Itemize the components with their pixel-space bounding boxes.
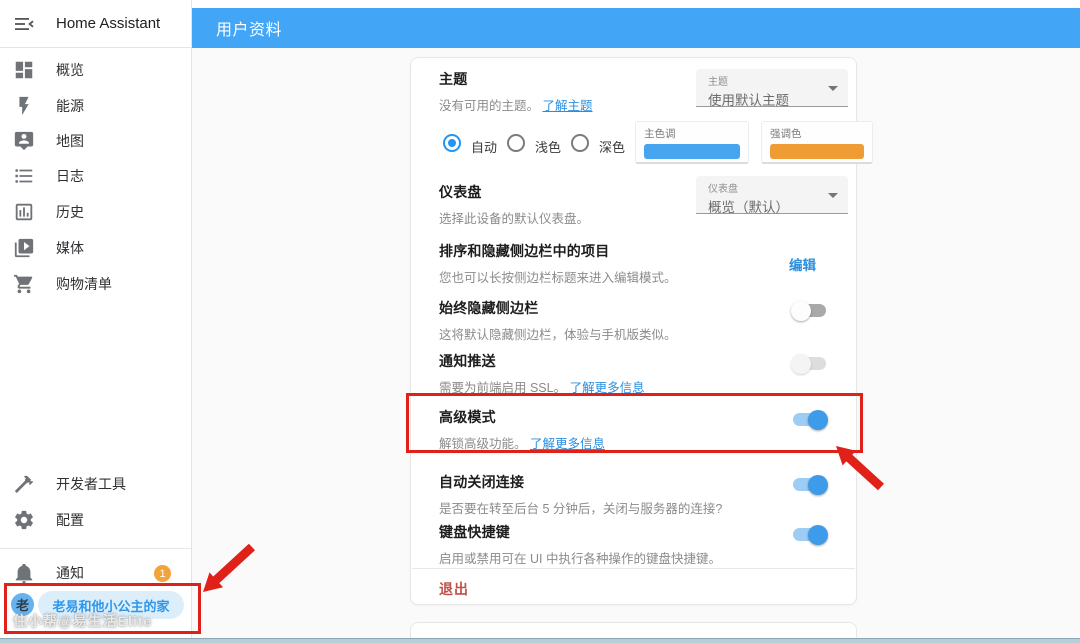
push-notifications-row: 通知推送 需要为前端启用 SSL。 了解更多信息 (439, 351, 840, 396)
sidebar-item-logbook[interactable]: 日志 (0, 158, 191, 194)
lightning-bolt-icon (13, 95, 35, 117)
push-title: 通知推送 (439, 353, 496, 369)
radio-auto-label: 自动 (471, 140, 498, 155)
gear-icon (13, 509, 35, 531)
hide-sidebar-title: 始终隐藏侧边栏 (439, 300, 539, 316)
chart-box-icon (13, 201, 35, 223)
auto-close-desc: 是否要在转至后台 5 分钟后，关闭与服务器的连接? (439, 502, 723, 516)
radio-dark-label: 深色 (599, 140, 626, 155)
swatch-label: 主色调 (644, 128, 676, 140)
primary-color-bar (644, 144, 740, 159)
view-dashboard-icon (13, 59, 35, 81)
keyboard-shortcuts-toggle[interactable] (793, 524, 828, 545)
sidebar-item-label: 开发者工具 (56, 476, 126, 492)
dropdown-caret-icon (828, 86, 838, 91)
logout-button[interactable]: 退出 (439, 579, 469, 599)
sidebar-item-shopping-list[interactable]: 购物清单 (0, 266, 191, 302)
accent-color-swatch[interactable]: 强调色 (761, 121, 873, 164)
sidebar-item-label: 日志 (56, 168, 84, 184)
sidebar-item-developer-tools[interactable]: 开发者工具 (0, 466, 191, 502)
page-title: 用户资料 (216, 22, 283, 39)
advanced-mode-row: 高级模式 解锁高级功能。 了解更多信息 (439, 407, 840, 452)
media-play-box-icon (13, 237, 35, 259)
app-title: Home Assistant (56, 15, 161, 32)
learn-theme-link[interactable]: 了解主题 (543, 99, 593, 113)
sidebar-item-overview[interactable]: 概览 (0, 52, 191, 88)
list-bulleted-icon (13, 165, 35, 187)
sidebar-item-label: 配置 (56, 512, 84, 528)
sidebar-item-history[interactable]: 历史 (0, 194, 191, 230)
sidebar-item-label: 能源 (56, 98, 84, 114)
next-card-partial (410, 622, 857, 639)
keyboard-shortcuts-desc: 启用或禁用可在 UI 中执行各种操作的键盘快捷键。 (439, 552, 721, 566)
hammer-icon (13, 473, 35, 495)
auto-close-toggle[interactable] (793, 474, 828, 495)
advanced-mode-desc: 解锁高级功能。 了解更多信息 (439, 437, 606, 451)
select-label: 仪表盘 (708, 184, 738, 195)
sidebar-item-media[interactable]: 媒体 (0, 230, 191, 266)
radio-auto[interactable] (443, 134, 461, 152)
advanced-mode-title: 高级模式 (439, 409, 496, 425)
sidebar-edit-row: 排序和隐藏侧边栏中的项目 您也可以长按侧边栏标题来进入编辑模式。 编辑 (439, 241, 840, 286)
watermark-text: 住小帮@易生活Elite (13, 613, 153, 629)
accent-color-bar (770, 144, 864, 159)
home-assistant-window: 用户资料 Home Assistant 概览 能源 地图 日志 历史 媒体 购物… (0, 0, 1080, 643)
sidebar-item-label: 概览 (56, 62, 84, 78)
sidebar-toggle-icon[interactable] (12, 12, 36, 36)
sidebar-item-configuration[interactable]: 配置 (0, 502, 191, 538)
shopping-cart-icon (13, 273, 35, 295)
advanced-mode-toggle[interactable] (793, 409, 828, 430)
auto-close-row: 自动关闭连接 是否要在转至后台 5 分钟后，关闭与服务器的连接? (439, 472, 840, 517)
hide-sidebar-toggle[interactable] (791, 300, 826, 321)
radio-dark[interactable] (571, 134, 589, 152)
push-toggle[interactable] (791, 353, 826, 374)
sidebar-edit-desc: 您也可以长按侧边栏标题来进入编辑模式。 (439, 271, 677, 285)
select-value: 使用默认主题 (708, 93, 789, 108)
app-bar: 用户资料 (192, 8, 1080, 48)
learn-more-link[interactable]: 了解更多信息 (570, 381, 645, 395)
sidebar-item-label: 购物清单 (56, 276, 112, 292)
sidebar-header: Home Assistant (0, 0, 191, 48)
auto-close-title: 自动关闭连接 (439, 474, 525, 490)
hide-sidebar-desc: 这将默认隐藏侧边栏，体验与手机版类似。 (439, 328, 677, 342)
sidebar-item-map[interactable]: 地图 (0, 123, 191, 159)
primary-color-swatch[interactable]: 主色调 (635, 121, 749, 164)
sidebar-item-energy[interactable]: 能源 (0, 88, 191, 124)
dashboard-select[interactable]: 仪表盘 概览（默认） (696, 176, 848, 215)
keyboard-shortcuts-title: 键盘快捷键 (439, 524, 510, 540)
radio-light[interactable] (507, 134, 525, 152)
select-value: 概览（默认） (708, 200, 789, 215)
edit-button[interactable]: 编辑 (789, 254, 816, 274)
learn-more-link[interactable]: 了解更多信息 (530, 437, 605, 451)
sidebar-item-label: 媒体 (56, 240, 84, 256)
theme-select[interactable]: 主题 使用默认主题 (696, 69, 848, 108)
hide-sidebar-row: 始终隐藏侧边栏 这将默认隐藏侧边栏，体验与手机版类似。 (439, 298, 840, 343)
sidebar-item-label: 通知 (56, 565, 84, 581)
theme-mode-row: 自动 浅色 深色 主色调 强调色 (439, 121, 873, 167)
sidebar-divider (0, 548, 191, 549)
notification-badge: 1 (154, 565, 171, 582)
sidebar-item-label: 地图 (56, 133, 84, 149)
radio-light-label: 浅色 (535, 140, 562, 155)
select-label: 主题 (708, 77, 728, 88)
swatch-label: 强调色 (770, 128, 802, 140)
card-divider (412, 568, 855, 569)
bottom-edge-strip (0, 638, 1080, 643)
push-desc: 需要为前端启用 SSL。 了解更多信息 (439, 381, 645, 395)
map-tooltip-icon (13, 130, 35, 152)
sidebar: Home Assistant 概览 能源 地图 日志 历史 媒体 购物清单 开发… (0, 0, 192, 638)
bell-icon (13, 562, 35, 584)
dropdown-caret-icon (828, 193, 838, 198)
profile-settings-card: 主题 没有可用的主题。 了解主题 主题 使用默认主题 自动 浅色 深色 主色调 (410, 57, 873, 605)
sidebar-item-label: 历史 (56, 204, 84, 220)
sidebar-edit-title: 排序和隐藏侧边栏中的项目 (439, 243, 610, 259)
keyboard-shortcuts-row: 键盘快捷键 启用或禁用可在 UI 中执行各种操作的键盘快捷键。 (439, 522, 840, 567)
